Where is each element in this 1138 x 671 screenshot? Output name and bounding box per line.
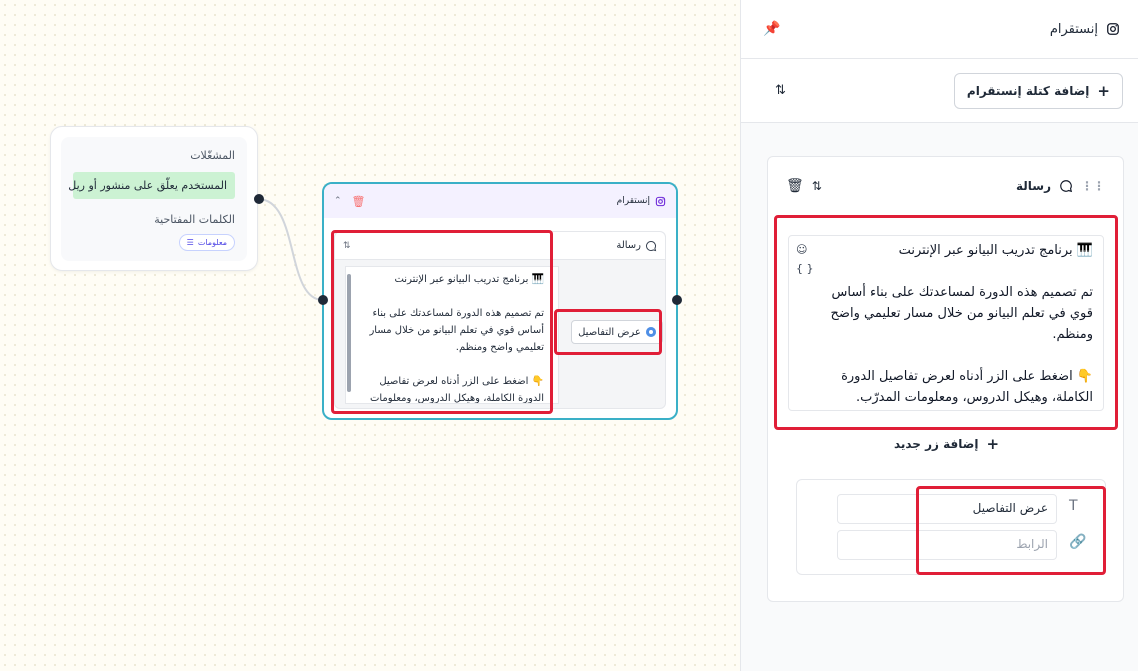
message-card-header: 🗑 ⇅ ⋮⋮ رسالة: [768, 157, 1123, 215]
list-icon: ☰: [186, 238, 194, 247]
instagram-node[interactable]: ⌃ 🗑 إنستقرام ⇅ رسالة 🎹 برنامج تدريب البي…: [322, 182, 678, 420]
details-button-preview[interactable]: عرض التفاصيل: [571, 320, 663, 344]
instagram-output-handle[interactable]: [672, 295, 682, 305]
chevron-updown-icon[interactable]: ⇅: [812, 179, 822, 193]
chat-bubble-icon: [1060, 180, 1073, 193]
add-new-button-label: إضافة زر جديد: [893, 437, 979, 451]
plus-icon: +: [986, 435, 1000, 453]
chat-bubble-icon: [646, 240, 657, 251]
instagram-node-header: ⌃ 🗑 إنستقرام: [324, 184, 676, 218]
button-handle-icon: [645, 327, 656, 337]
keyword-chip-label: معلومات: [197, 238, 227, 247]
plus-icon: +: [1097, 81, 1110, 100]
instagram-node-title: إنستقرام: [616, 196, 650, 206]
link-icon: 🔗: [1069, 534, 1087, 550]
variables-icon[interactable]: { }: [796, 262, 814, 275]
button-text-input[interactable]: عرض التفاصيل: [837, 494, 1057, 524]
trigger-node-body: المشغّلات المستخدم يعلّق على منشور أو ري…: [61, 137, 247, 261]
button-config-card: عرض التفاصيل T الرابط 🔗: [796, 479, 1106, 575]
connection-edge: [257, 198, 324, 301]
properties-panel: 📌 إنستقرام ⇅ + إضافة كتلة إنستقرام 🗑 ⇅ ⋮…: [740, 0, 1138, 671]
instagram-icon: [1107, 23, 1119, 35]
add-new-button[interactable]: + إضافة زر جديد: [768, 435, 1125, 453]
keyword-chip[interactable]: معلومات ☰: [178, 234, 235, 251]
panel-toolbar: ⇅ + إضافة كتلة إنستقرام: [741, 59, 1138, 123]
trash-icon[interactable]: 🗑: [352, 195, 366, 208]
message-textarea[interactable]: 🎹 برنامج تدريب البيانو عبر الإنترنت تم ت…: [788, 235, 1104, 411]
trigger-output-handle[interactable]: [254, 194, 264, 204]
emoji-icon[interactable]: ☺: [796, 243, 814, 256]
message-card: 🗑 ⇅ ⋮⋮ رسالة 🎹 برنامج تدريب البيانو عبر …: [767, 156, 1124, 602]
add-instagram-block-button[interactable]: + إضافة كتلة إنستقرام: [953, 72, 1123, 109]
instagram-input-handle[interactable]: [318, 295, 328, 305]
trigger-value[interactable]: المستخدم يعلّق على منشور أو ريل: [68, 172, 235, 199]
add-block-label: إضافة كتلة إنستقرام: [966, 83, 1090, 98]
message-editor-tools: ☺ { }: [796, 243, 814, 275]
chevron-updown-icon[interactable]: ⇅: [343, 241, 351, 251]
triggers-label: المشغّلات: [190, 149, 235, 162]
keywords-label: الكلمات المفتاحية: [154, 213, 235, 226]
message-block-title: رسالة: [616, 240, 641, 251]
chevron-updown-icon[interactable]: ⌃: [334, 196, 342, 206]
trigger-node[interactable]: المشغّلات المستخدم يعلّق على منشور أو ري…: [50, 126, 258, 271]
details-button-label: عرض التفاصيل: [578, 326, 641, 338]
button-url-input[interactable]: الرابط: [837, 530, 1057, 560]
instagram-icon: [655, 196, 666, 206]
chevron-updown-icon[interactable]: ⇅: [775, 83, 786, 98]
message-scrollbar[interactable]: [347, 274, 351, 392]
panel-title: إنستقرام: [1049, 21, 1098, 37]
message-block-header: ⇅ رسالة: [335, 232, 665, 260]
message-preview-text: 🎹 برنامج تدريب البيانو عبر الإنترنت تم ت…: [345, 266, 559, 404]
flow-canvas[interactable]: المشغّلات المستخدم يعلّق على منشور أو ري…: [0, 0, 740, 671]
message-card-title: رسالة: [1016, 179, 1051, 193]
trash-icon[interactable]: 🗑: [786, 178, 804, 194]
panel-header: 📌 إنستقرام: [741, 0, 1138, 59]
drag-handle-icon[interactable]: ⋮⋮: [1081, 179, 1105, 193]
text-icon: T: [1069, 498, 1078, 514]
instagram-node-message-block[interactable]: ⇅ رسالة 🎹 برنامج تدريب البيانو عبر الإنت…: [334, 231, 666, 409]
pin-icon[interactable]: 📌: [763, 21, 780, 37]
